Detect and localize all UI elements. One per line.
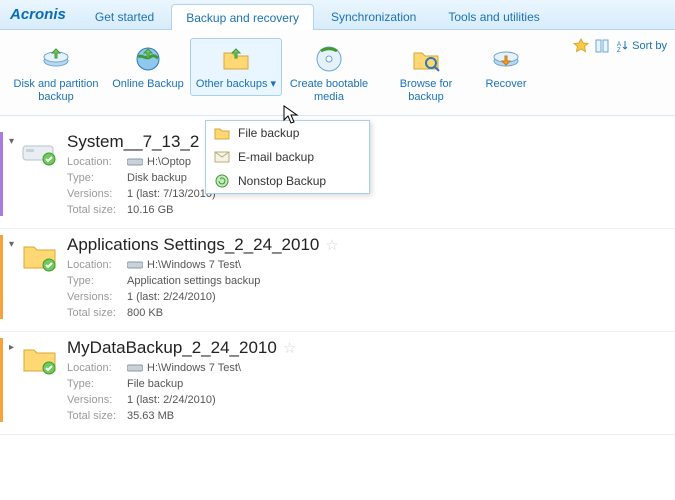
globe-icon: [132, 43, 164, 75]
expand-toggle[interactable]: ▸: [9, 338, 19, 422]
location-value: H:\Windows 7 Test\: [147, 259, 241, 271]
category-stripe: [0, 338, 3, 422]
totalsize-value: 10.16 GB: [127, 204, 173, 216]
disk-backup-icon: [40, 43, 72, 75]
nonstop-icon: [214, 173, 230, 189]
toggle-button[interactable]: [595, 38, 609, 54]
versions-value: 1 (last: 2/24/2010): [127, 291, 216, 303]
star-icon: [573, 38, 589, 54]
drive-icon: [127, 260, 143, 270]
location-label: Location:: [67, 259, 127, 271]
online-backup-button[interactable]: Online Backup: [106, 38, 190, 96]
menu-item-nonstop-backup[interactable]: Nonstop Backup: [206, 169, 369, 193]
versions-label: Versions:: [67, 291, 127, 303]
svg-text:Z: Z: [617, 48, 621, 53]
location-value: H:\Optop: [147, 156, 191, 168]
type-value: Application settings backup: [127, 275, 260, 287]
tab-strip: Acronis Get started Backup and recovery …: [0, 0, 675, 30]
backup-title: System__7_13_2: [67, 132, 199, 152]
tab-synchronization[interactable]: Synchronization: [316, 3, 431, 29]
menu-item-file-backup[interactable]: File backup: [206, 121, 369, 145]
folder-icon: [19, 235, 59, 275]
folder-icon: [214, 125, 230, 141]
backup-title: MyDataBackup_2_24_2010: [67, 338, 277, 358]
location-label: Location:: [67, 156, 127, 168]
favorite-button[interactable]: [573, 38, 589, 54]
brand-logo: Acronis: [4, 6, 80, 29]
tab-tools-utilities[interactable]: Tools and utilities: [433, 3, 554, 29]
type-label: Type:: [67, 275, 127, 287]
sort-icon: AZ: [615, 39, 629, 53]
recover-icon: [490, 43, 522, 75]
favorite-star-icon[interactable]: ☆: [325, 236, 338, 254]
expand-toggle[interactable]: ▾: [9, 132, 19, 216]
disk-icon: [19, 132, 59, 172]
versions-value: 1 (last: 2/24/2010): [127, 394, 216, 406]
tab-backup-recovery[interactable]: Backup and recovery: [171, 4, 314, 30]
browse-for-backup-button[interactable]: Browse for backup: [376, 38, 476, 109]
type-value: File backup: [127, 378, 183, 390]
ribbon-toolbar: Disk and partition backup Online Backup …: [0, 30, 675, 116]
expand-toggle[interactable]: ▾: [9, 235, 19, 319]
type-label: Type:: [67, 172, 127, 184]
toggle-icon: [595, 38, 609, 54]
drive-icon: [127, 363, 143, 373]
favorite-star-icon[interactable]: ☆: [283, 339, 296, 357]
create-bootable-media-button[interactable]: Create bootable media: [282, 38, 376, 109]
totalsize-value: 800 KB: [127, 307, 163, 319]
location-value: H:\Windows 7 Test\: [147, 362, 241, 374]
backup-entry[interactable]: ▸ MyDataBackup_2_24_2010 ☆ Location: H:\W…: [0, 332, 675, 435]
search-icon: [410, 43, 442, 75]
chevron-down-icon: ▾: [271, 78, 277, 90]
folder-icon: [19, 338, 59, 378]
category-stripe: [0, 235, 3, 319]
backup-title: Applications Settings_2_24_2010: [67, 235, 319, 255]
backup-entry[interactable]: ▾ Applications Settings_2_24_2010 ☆ Locat…: [0, 229, 675, 332]
other-backups-menu: File backup E-mail backup Nonstop Backup: [205, 120, 370, 194]
type-label: Type:: [67, 378, 127, 390]
versions-label: Versions:: [67, 394, 127, 406]
folder-backup-icon: [220, 43, 252, 75]
versions-value: 1 (last: 7/13/2010): [127, 188, 216, 200]
category-stripe: [0, 132, 3, 216]
recover-button[interactable]: Recover: [476, 38, 536, 96]
type-value: Disk backup: [127, 172, 187, 184]
totalsize-label: Total size:: [67, 307, 127, 319]
drive-icon: [127, 157, 143, 167]
versions-label: Versions:: [67, 188, 127, 200]
totalsize-value: 35.63 MB: [127, 410, 174, 422]
other-backups-button[interactable]: Other backups ▾: [190, 38, 282, 96]
totalsize-label: Total size:: [67, 410, 127, 422]
disk-partition-backup-button[interactable]: Disk and partition backup: [6, 38, 106, 109]
disc-icon: [313, 43, 345, 75]
totalsize-label: Total size:: [67, 204, 127, 216]
menu-item-email-backup[interactable]: E-mail backup: [206, 145, 369, 169]
envelope-icon: [214, 149, 230, 165]
sort-by-button[interactable]: AZ Sort by: [615, 39, 667, 53]
tab-get-started[interactable]: Get started: [80, 3, 169, 29]
location-label: Location:: [67, 362, 127, 374]
